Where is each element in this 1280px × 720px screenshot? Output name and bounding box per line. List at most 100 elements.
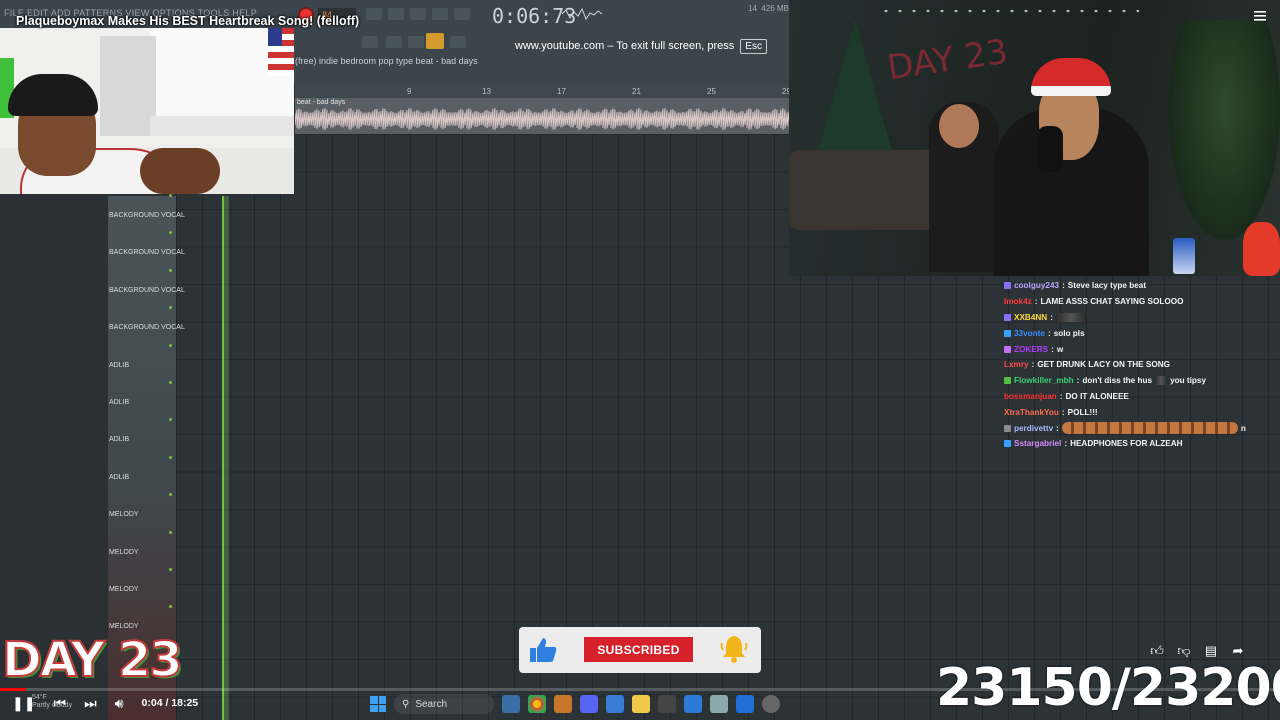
chat-badge-icon xyxy=(1004,424,1011,432)
track-header[interactable]: ADLIB xyxy=(108,455,176,495)
chat-username[interactable]: XXB4NN xyxy=(1014,313,1047,322)
facebook-icon[interactable] xyxy=(736,695,754,713)
dislike-icon[interactable]: 👎︎ xyxy=(1177,644,1191,658)
chat-text: LAME ASSS CHAT SAYING SOLOOO xyxy=(1040,297,1184,307)
media-player-icon[interactable] xyxy=(762,695,780,713)
fl-studio-icon[interactable] xyxy=(554,695,572,713)
chat-text: Steve lacy type beat xyxy=(1067,281,1147,291)
chat-badge-icon xyxy=(1004,313,1011,321)
chat-username[interactable]: Sstargabriel xyxy=(1014,439,1061,448)
chat-username[interactable]: Lxmry xyxy=(1004,360,1029,369)
subscribe-button[interactable]: SUBSCRIBED xyxy=(584,637,693,662)
chat-text: solo pls xyxy=(1053,328,1085,338)
track-led-icon[interactable] xyxy=(169,194,172,197)
track-header[interactable]: MELODY xyxy=(108,568,176,607)
audio-clip[interactable]: beat - bad days xyxy=(295,98,790,134)
stream-feed: DAY 23 xyxy=(789,0,1280,276)
track-header[interactable]: BACKGROUND VOCAL xyxy=(108,231,185,270)
weather-widget[interactable]: 54°F Partly cloudy xyxy=(32,694,72,710)
next-icon[interactable]: ⏭︎ xyxy=(84,696,97,710)
app-icon[interactable] xyxy=(710,695,728,713)
person-cap xyxy=(8,74,98,116)
fullscreen-notice-text: www.youtube.com – To exit full screen, p… xyxy=(515,40,735,52)
discord-icon[interactable] xyxy=(580,695,598,713)
chat-username[interactable]: XtraThankYou xyxy=(1004,408,1059,417)
comment-icon[interactable]: ▤ xyxy=(1204,644,1218,658)
chat-text-extra: you tipsy xyxy=(1170,376,1207,386)
video-progress-bar[interactable] xyxy=(0,688,1280,691)
obs-icon[interactable] xyxy=(658,695,676,713)
task-view-icon[interactable] xyxy=(502,695,520,713)
volume-icon[interactable]: 🔊︎ xyxy=(115,696,124,710)
share-icon[interactable]: ➦ xyxy=(1231,644,1245,658)
taskbar-search[interactable]: ⚲ Search xyxy=(394,694,494,714)
chat-username[interactable]: 33vonte xyxy=(1014,329,1045,338)
track-led-icon[interactable] xyxy=(169,455,172,459)
like-icon[interactable]: 👍︎ xyxy=(1150,644,1164,658)
chat-separator: : xyxy=(1051,344,1054,354)
menu-icon[interactable] xyxy=(1253,10,1267,22)
chat-text: POLL!!! xyxy=(1067,407,1098,417)
fullscreen-notice: www.youtube.com – To exit full screen, p… xyxy=(515,35,767,57)
chat-text: w xyxy=(1056,344,1064,354)
link-icon[interactable] xyxy=(426,33,444,49)
chat-message: XtraThankYou: POLL!!! xyxy=(1004,404,1274,420)
chat-badge-icon xyxy=(1004,329,1011,337)
store-icon[interactable] xyxy=(606,695,624,713)
chat-username[interactable]: ZOKERS xyxy=(1014,345,1048,354)
chat-message: bossmanjuan: DO IT ALONEEE xyxy=(1004,389,1274,405)
toolbar-icon[interactable] xyxy=(366,8,382,20)
track-led-icon[interactable] xyxy=(169,306,172,310)
track-header[interactable]: ADLIB xyxy=(108,343,176,383)
track-header[interactable]: BACKGROUND VOCAL xyxy=(108,194,185,233)
chrome-icon[interactable] xyxy=(528,695,546,713)
stamp-icon[interactable] xyxy=(450,36,466,48)
chat-separator: : xyxy=(1050,312,1053,322)
person-arm xyxy=(140,148,220,194)
notepad-icon[interactable] xyxy=(684,695,702,713)
playlist-ruler[interactable]: 9 13 17 21 25 29 xyxy=(295,84,791,98)
track-led-icon[interactable] xyxy=(169,493,172,497)
chat-username[interactable]: bossmanjuan xyxy=(1004,392,1057,401)
chat-badge-icon xyxy=(1004,440,1011,448)
toolbar-icon[interactable] xyxy=(388,8,404,20)
track-led-icon[interactable] xyxy=(169,381,172,384)
play-arrow-icon[interactable] xyxy=(386,36,402,48)
chat-username[interactable]: coolguy243 xyxy=(1014,281,1059,290)
track-header[interactable]: ADLIB xyxy=(108,381,176,420)
esc-key-badge: Esc xyxy=(740,38,767,54)
chat-message: 33vonte: solo pls xyxy=(1004,325,1274,341)
chat-text-extra: n xyxy=(1240,423,1246,433)
memory-usage: 14 426 MB xyxy=(748,4,789,13)
windows-start-icon[interactable] xyxy=(370,696,386,712)
video-title[interactable]: Plaqueboymax Makes His BEST Heartbreak S… xyxy=(16,14,359,28)
track-led-icon[interactable] xyxy=(169,268,172,272)
file-explorer-icon[interactable] xyxy=(632,695,650,713)
chat-username[interactable]: Flowkiller_mbh xyxy=(1014,376,1074,385)
track-led-icon[interactable] xyxy=(169,605,172,609)
track-header[interactable]: BACKGROUND VOCAL xyxy=(108,306,185,345)
track-header[interactable]: MELODY xyxy=(108,530,176,570)
track-led-icon[interactable] xyxy=(169,231,172,235)
chat-username[interactable]: perdivettv xyxy=(1014,424,1053,433)
chat-separator: : xyxy=(1076,376,1080,386)
track-header[interactable]: MELODY xyxy=(108,493,176,532)
us-flag-icon xyxy=(268,28,294,76)
toolbar-icon[interactable] xyxy=(410,8,426,20)
keyboard-icon[interactable] xyxy=(362,36,378,48)
track-header[interactable]: ADLIB xyxy=(108,418,176,457)
track-header[interactable]: BACKGROUND VOCAL xyxy=(108,268,185,308)
playhead[interactable] xyxy=(222,196,229,720)
chat-message: Flowkiller_mbh: don't diss the hus you tip… xyxy=(1004,373,1274,389)
pencil-icon[interactable] xyxy=(408,36,424,48)
chat-text: HEADPHONES FOR ALZEAH xyxy=(1070,439,1183,449)
chat-username[interactable]: Imok4z xyxy=(1004,297,1032,306)
track-led-icon[interactable] xyxy=(169,343,172,347)
track-label: MELODY xyxy=(109,548,139,556)
track-label: MELODY xyxy=(109,586,139,593)
track-led-icon[interactable] xyxy=(169,568,172,571)
track-led-icon[interactable] xyxy=(169,418,172,422)
track-led-icon[interactable] xyxy=(169,530,172,534)
toolbar-icon[interactable] xyxy=(454,8,470,20)
toolbar-icon[interactable] xyxy=(432,8,448,20)
